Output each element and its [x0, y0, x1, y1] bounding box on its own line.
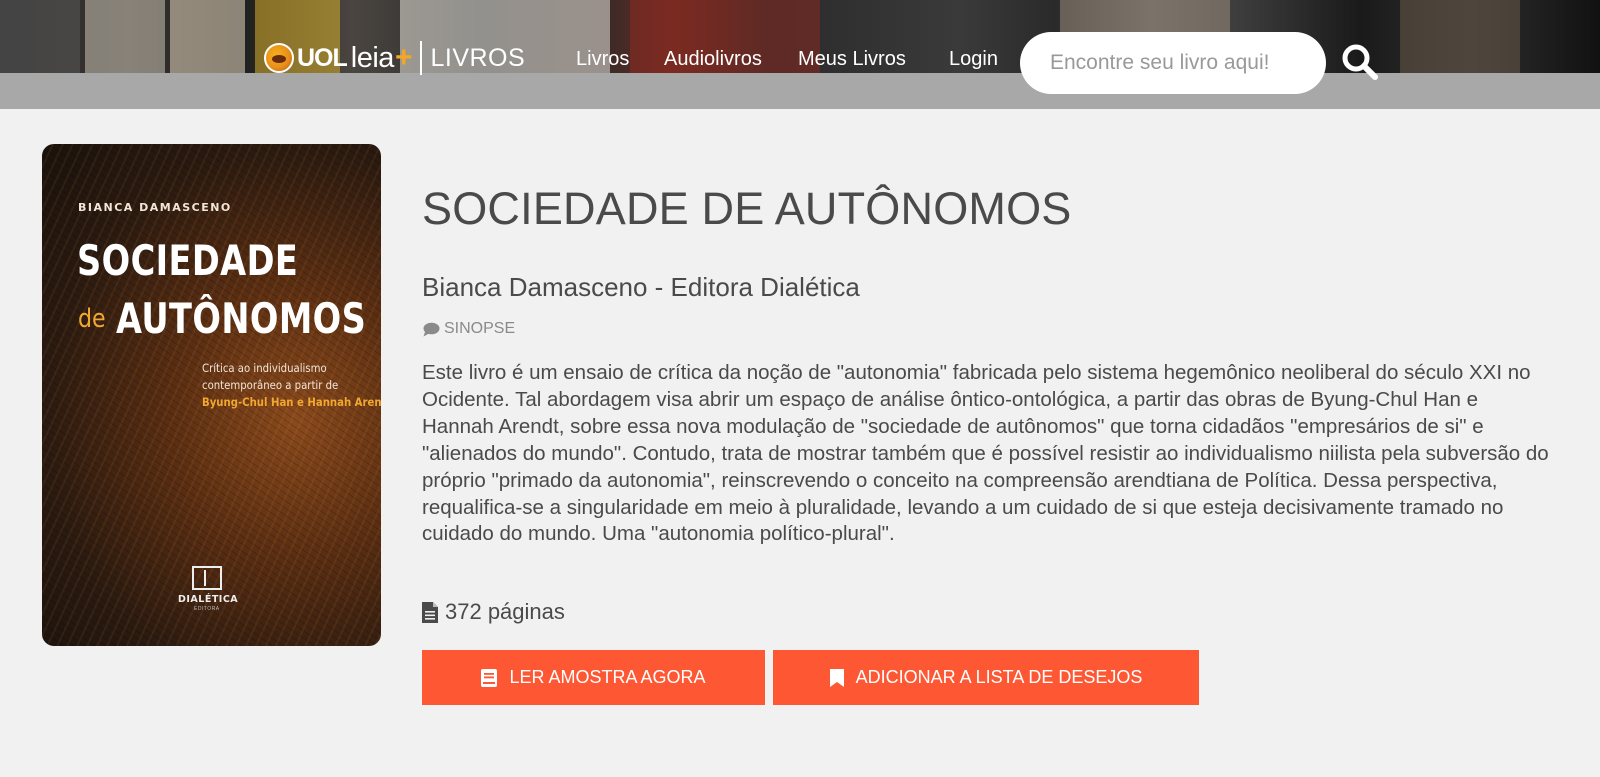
cover-publisher-sub: EDITORA [194, 606, 220, 612]
add-wishlist-label: ADICIONAR A LISTA DE DESEJOS [855, 667, 1143, 687]
banner-book-image [85, 0, 165, 73]
author-publisher: Bianca Damasceno - Editora Dialética [422, 272, 860, 302]
cover-title-line1: SOCIEDADE [77, 236, 299, 285]
cover-subtitle-line: Crítica ao individualismo [202, 361, 327, 375]
cover-subtitle-line: Byung-Chul Han e Hannah Arendt [202, 395, 381, 409]
chat-bubble-icon [423, 322, 440, 336]
logo-product: leia [350, 41, 395, 74]
book-icon [481, 668, 498, 687]
banner-book-image [1400, 0, 1520, 73]
bookmark-icon [829, 668, 844, 687]
synopsis-label: SINOPSE [422, 320, 515, 338]
cover-subtitle: Crítica ao individualismo contemporâneo … [202, 360, 381, 411]
uol-badge-icon [264, 43, 294, 73]
page-count: 372 páginas [422, 599, 565, 625]
cover-publisher: DIALÉTICA [178, 594, 239, 605]
cover-title-de: de [78, 304, 106, 334]
logo-plus: + [394, 41, 413, 74]
logo-section: LIVROS [430, 43, 526, 72]
cover-author: BIANCA DAMASCENO [78, 201, 232, 214]
cover-title-line2: AUTÔNOMOS [116, 294, 367, 343]
site-logo[interactable]: UOL leia + LIVROS [264, 38, 525, 78]
nav-item-livros[interactable]: Livros [576, 48, 629, 71]
nav-item-login[interactable]: Login [949, 48, 998, 71]
read-sample-button[interactable]: LER AMOSTRA AGORA [422, 650, 765, 705]
synopsis-label-text: SINOPSE [444, 320, 516, 337]
read-sample-label: LER AMOSTRA AGORA [509, 667, 706, 687]
synopsis-text: Este livro é um ensaio de crítica da noç… [422, 361, 1549, 546]
search-input[interactable] [1048, 50, 1312, 76]
logo-brand: UOL [297, 43, 348, 72]
page-count-text: 372 páginas [445, 599, 565, 624]
add-wishlist-button[interactable]: ADICIONAR A LISTA DE DESEJOS [773, 650, 1199, 705]
banner-book-image [0, 0, 80, 73]
nav-item-meus-livros[interactable]: Meus Livros [798, 48, 906, 71]
cover-subtitle-line: contemporâneo a partir de [202, 378, 339, 392]
document-icon [422, 601, 438, 623]
book-cover: BIANCA DAMASCENO SOCIEDADE de AUTÔNOMOS … [42, 144, 381, 646]
logo-divider [420, 41, 423, 75]
nav-item-audiolivros[interactable]: Audiolivros [664, 48, 762, 71]
search-box [1020, 32, 1326, 94]
book-title: SOCIEDADE DE AUTÔNOMOS [422, 183, 1072, 234]
search-icon[interactable] [1340, 42, 1380, 82]
banner-book-image [170, 0, 245, 73]
publisher-logo-icon [192, 566, 222, 590]
